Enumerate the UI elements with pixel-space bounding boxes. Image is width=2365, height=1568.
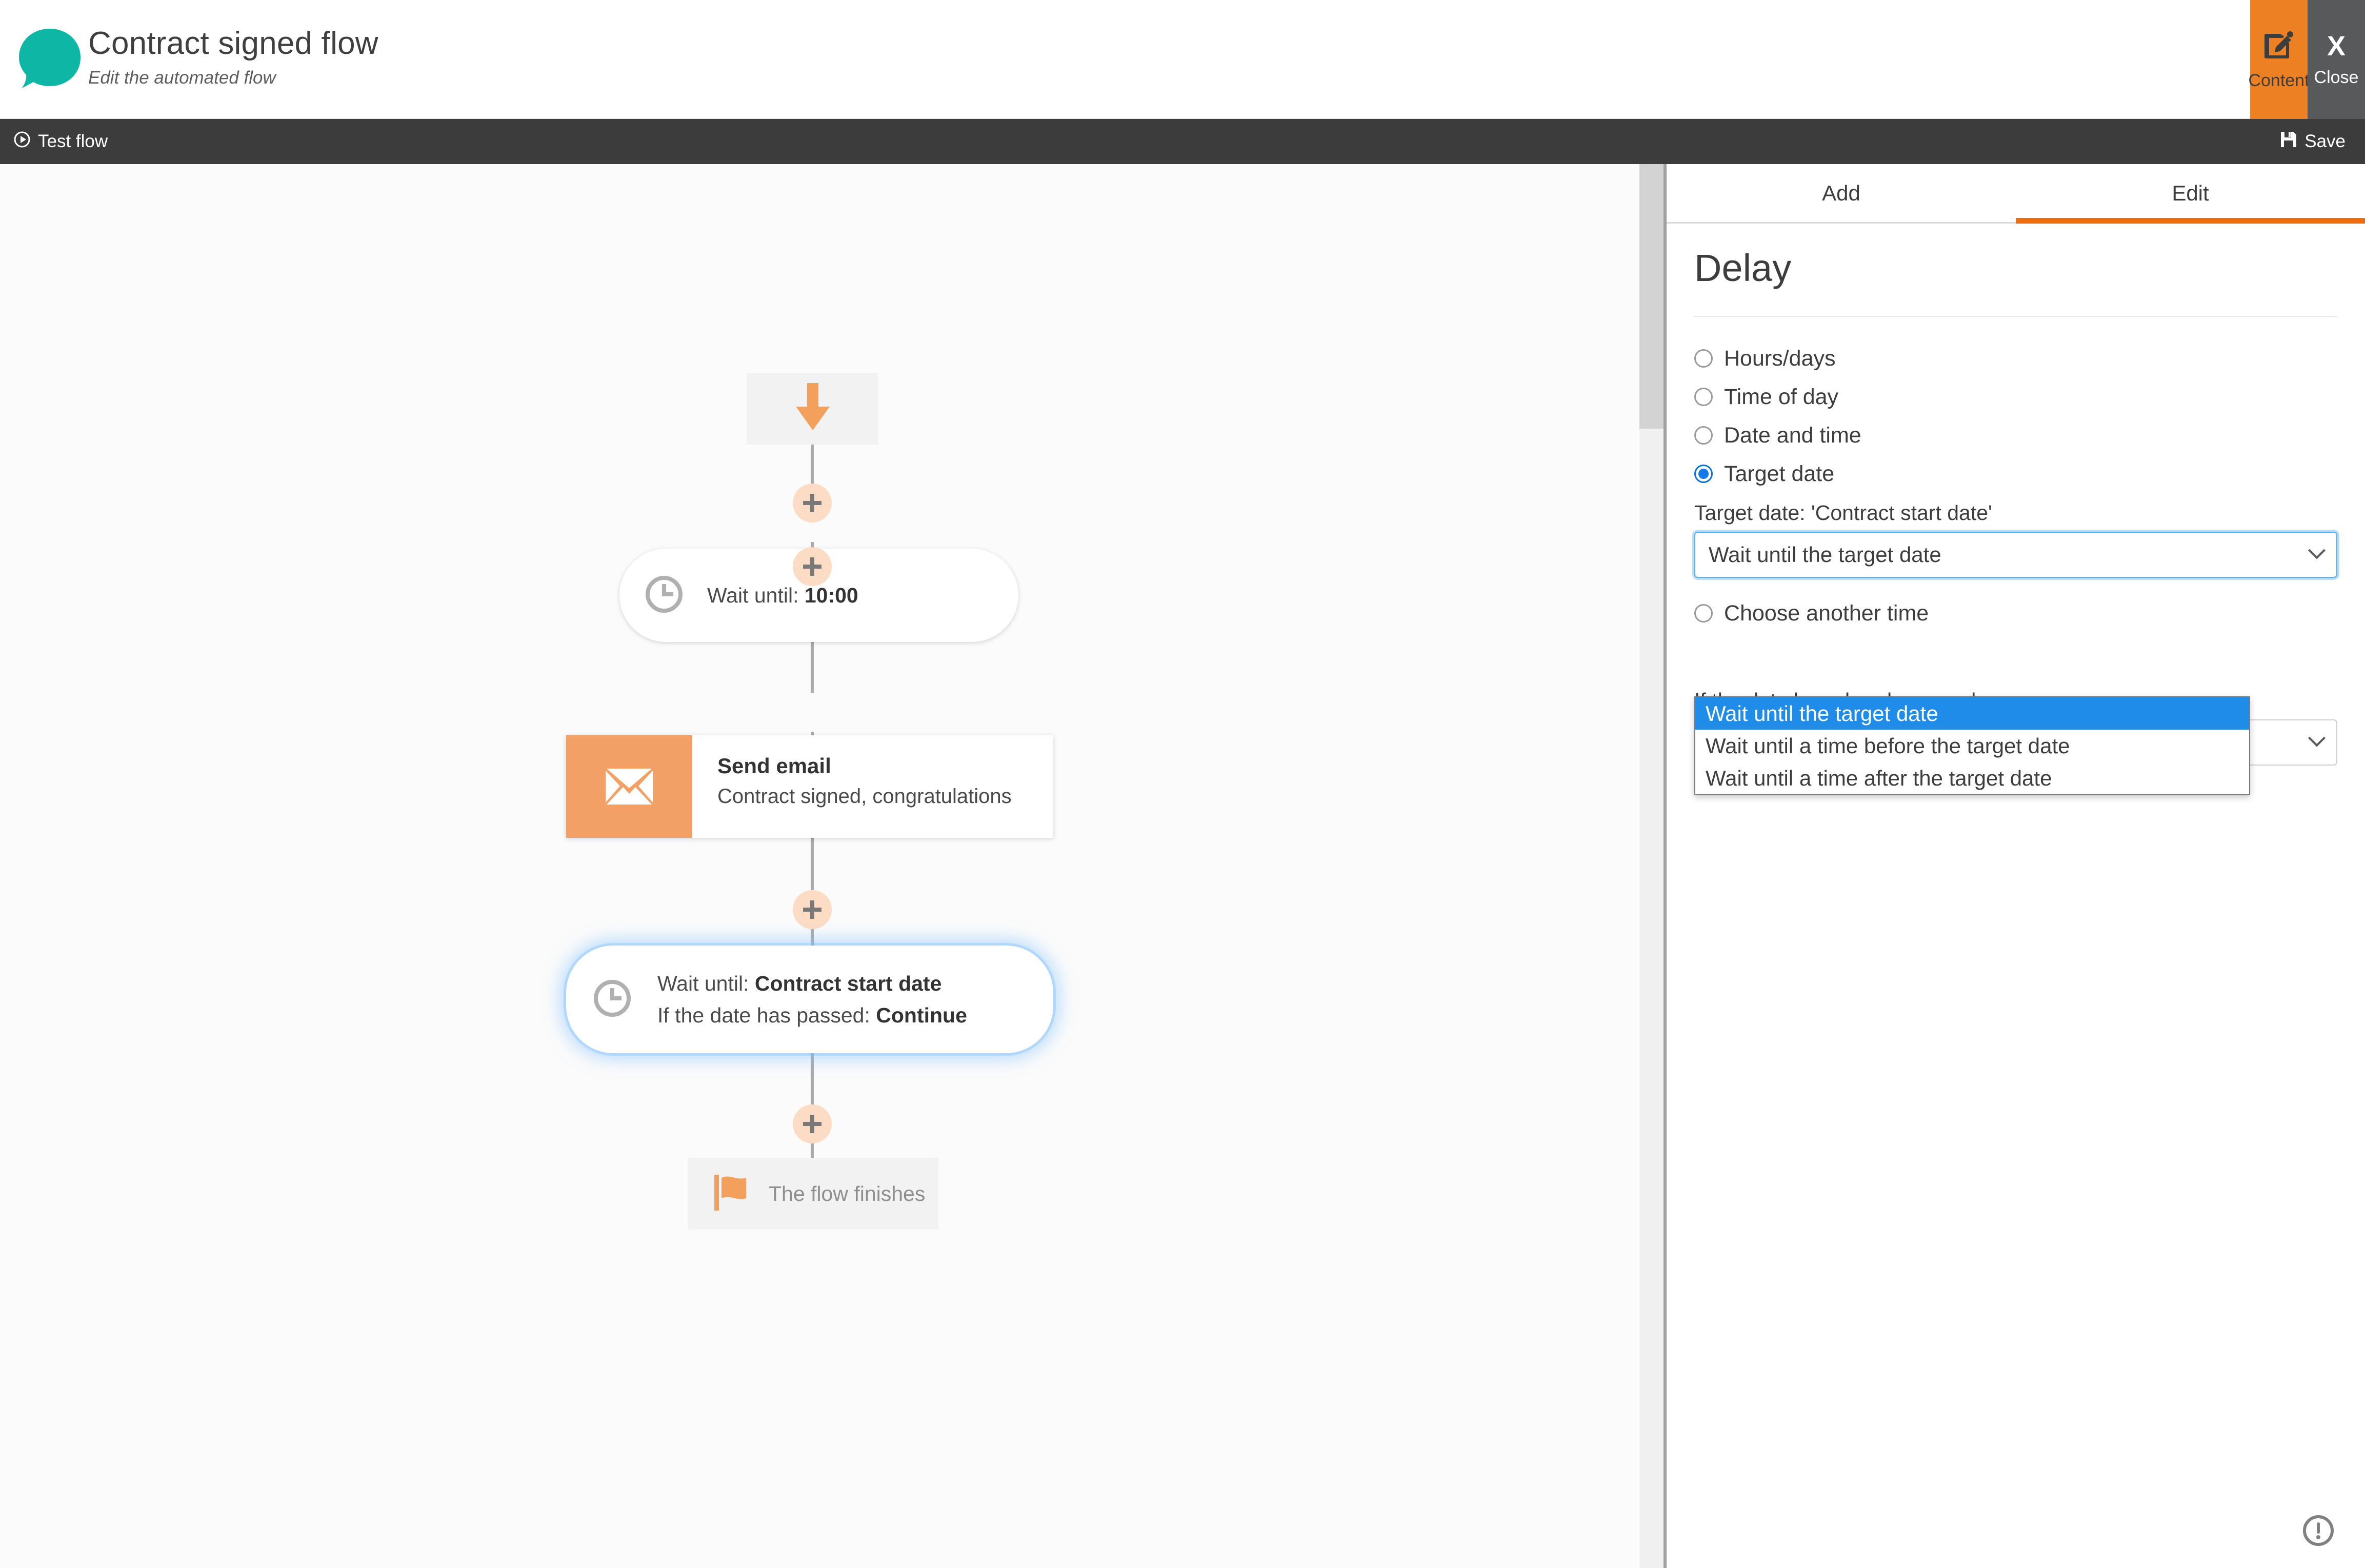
- add-step-button[interactable]: [793, 1104, 832, 1143]
- radio-date-and-time[interactable]: Date and time: [1694, 423, 2337, 448]
- flow-connector: [811, 831, 814, 890]
- exclamation-circle-icon[interactable]: [2302, 1515, 2334, 1546]
- radio-icon: [1694, 388, 1713, 406]
- flow-node-delay-text: Wait until: 10:00: [707, 579, 858, 611]
- delay-prefix: Wait until:: [707, 584, 805, 607]
- floppy-disk-icon: [2280, 131, 2297, 153]
- flow-connector: [811, 1045, 814, 1104]
- header-title-block: Contract signed flow Edit the automated …: [88, 25, 378, 90]
- close-button-label: Close: [2314, 68, 2359, 87]
- tab-add-label: Add: [1822, 180, 1860, 205]
- option-label: Wait until the target date: [1706, 701, 1938, 726]
- radio-icon-selected: [1694, 465, 1713, 483]
- page-subtitle: Edit the automated flow: [88, 68, 276, 88]
- email-node-body: Send email Contract signed, congratulati…: [692, 735, 1012, 838]
- tab-edit[interactable]: Edit: [2016, 164, 2365, 224]
- radio-date-and-time-label: Date and time: [1724, 423, 1861, 448]
- chevron-down-icon: [2308, 729, 2326, 747]
- radio-hours-days-label: Hours/days: [1724, 346, 1836, 371]
- radio-time-of-day[interactable]: Time of day: [1694, 384, 2337, 410]
- flow-toolbar: Test flow Save: [0, 119, 2365, 164]
- flow-connector: [811, 633, 814, 693]
- radio-icon: [1694, 349, 1713, 368]
- main-area: Wait until: 10:00 Send email Contract si…: [0, 164, 2365, 1568]
- passed-value: Continue: [876, 1003, 967, 1027]
- panel-heading: Delay: [1694, 247, 1792, 289]
- content-button-label: Content: [2248, 70, 2310, 90]
- clock-icon: [592, 978, 633, 1021]
- time-option-radio-group: Choose another time: [1694, 600, 2337, 626]
- delay-prefix: Wait until:: [657, 972, 755, 995]
- radio-icon: [1694, 426, 1713, 445]
- close-button[interactable]: X Close: [2308, 0, 2365, 119]
- target-date-select-value: Wait until the target date: [1709, 542, 1941, 567]
- target-date-field-label: Target date: 'Contract start date': [1694, 501, 1992, 525]
- arrow-down-icon: [793, 383, 833, 435]
- flow-finish-label: The flow finishes: [769, 1182, 926, 1205]
- delay-value: Contract start date: [754, 972, 942, 995]
- radio-choose-another-time[interactable]: Choose another time: [1694, 600, 2337, 626]
- panel-body: Delay Hours/days Time of day Date and ti…: [1667, 224, 2365, 797]
- envelope-icon: [566, 735, 692, 838]
- option-wait-until-target-date[interactable]: Wait until the target date: [1695, 697, 2249, 730]
- add-step-button[interactable]: [793, 890, 832, 929]
- scrollbar-thumb[interactable]: [1639, 164, 1664, 429]
- pencil-square-icon: [2263, 30, 2294, 63]
- clock-icon: [644, 574, 685, 617]
- panel-divider-rule: [1694, 316, 2337, 317]
- flow-node-delay-line1: Wait until: Contract start date: [657, 968, 967, 999]
- play-circle-icon: [13, 131, 31, 153]
- tab-add[interactable]: Add: [1667, 164, 2016, 222]
- radio-time-of-day-label: Time of day: [1724, 385, 1839, 409]
- tab-edit-label: Edit: [2172, 180, 2209, 205]
- flow-node-delay-text-block: Wait until: Contract start date If the d…: [657, 968, 967, 1031]
- target-date-select-options[interactable]: Wait until the target date Wait until a …: [1694, 696, 2250, 795]
- delay-type-radio-group: Hours/days Time of day Date and time Tar…: [1694, 346, 2337, 487]
- passed-prefix: If the date has passed:: [657, 1003, 876, 1027]
- radio-choose-another-time-label: Choose another time: [1724, 601, 1929, 626]
- flow-node-delay-target-date[interactable]: Wait until: Contract start date If the d…: [566, 946, 1053, 1053]
- flow-start-node[interactable]: [747, 373, 878, 445]
- test-flow-button[interactable]: Test flow: [13, 131, 108, 153]
- flow-canvas[interactable]: Wait until: 10:00 Send email Contract si…: [0, 164, 1639, 1568]
- flow-node-send-email[interactable]: Send email Contract signed, congratulati…: [566, 735, 1053, 838]
- header-actions: Content X Close: [2248, 0, 2365, 119]
- radio-target-date-label: Target date: [1724, 461, 1835, 486]
- radio-icon: [1694, 604, 1713, 622]
- app-header: Contract signed flow Edit the automated …: [0, 0, 2365, 119]
- email-node-title: Send email: [717, 754, 831, 778]
- save-label: Save: [2304, 131, 2346, 151]
- option-label: Wait until a time before the target date: [1706, 733, 2070, 758]
- chevron-down-icon: [2308, 541, 2326, 559]
- option-label: Wait until a time after the target date: [1706, 766, 2052, 790]
- delay-value: 10:00: [804, 584, 858, 607]
- page-title: Contract signed flow: [88, 26, 378, 61]
- panel-tabs: Add Edit: [1667, 164, 2365, 224]
- content-button[interactable]: Content: [2248, 0, 2310, 119]
- radio-target-date[interactable]: Target date: [1694, 461, 2337, 487]
- flag-icon: [714, 1174, 753, 1213]
- option-wait-before-target-date[interactable]: Wait until a time before the target date: [1695, 730, 2249, 762]
- speech-bubble-logo: [17, 26, 84, 92]
- radio-hours-days[interactable]: Hours/days: [1694, 346, 2337, 371]
- save-button[interactable]: Save: [2280, 131, 2346, 153]
- flow-node-delay-line2: If the date has passed: Continue: [657, 999, 967, 1031]
- canvas-scrollbar[interactable]: [1639, 164, 1664, 1568]
- flow-finish-node: The flow finishes: [688, 1158, 938, 1230]
- x-icon: X: [2327, 31, 2346, 62]
- test-flow-label: Test flow: [38, 131, 108, 151]
- add-step-button[interactable]: [793, 547, 832, 586]
- email-node-subtitle: Contract signed, congratulations: [717, 785, 1012, 808]
- target-date-select[interactable]: Wait until the target date: [1694, 532, 2337, 578]
- option-wait-after-target-date[interactable]: Wait until a time after the target date: [1695, 762, 2249, 794]
- add-step-button[interactable]: [793, 484, 832, 522]
- edit-panel: Add Edit Delay Hours/days Time of day Da…: [1667, 164, 2365, 1568]
